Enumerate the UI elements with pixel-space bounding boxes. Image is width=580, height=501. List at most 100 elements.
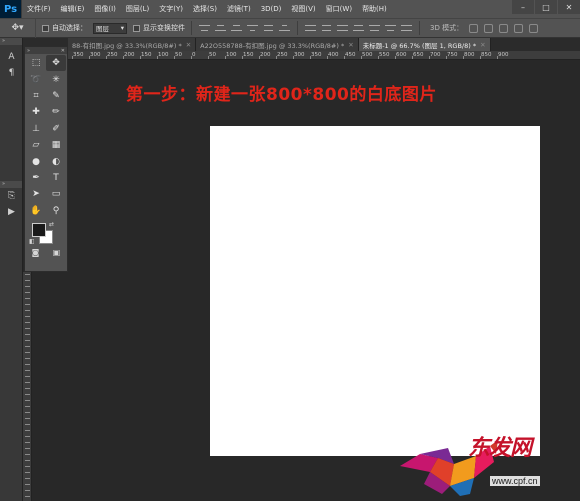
screen-mode-icon[interactable]: ▣ — [53, 248, 61, 257]
menu-window[interactable]: 窗口(W) — [321, 4, 357, 14]
gradient-tool-icon[interactable]: ▦ — [46, 137, 66, 153]
ruler-tick — [25, 400, 30, 401]
history-brush-tool-icon[interactable]: ✐ — [46, 121, 66, 137]
align-left-icon[interactable] — [246, 23, 259, 33]
menu-edit[interactable]: 编辑(E) — [56, 4, 90, 14]
drag-3d-icon[interactable] — [499, 23, 509, 33]
move-tool-preset-icon[interactable]: ✥▾ — [0, 18, 36, 38]
magic-wand-tool-icon[interactable]: ✳ — [46, 71, 66, 87]
menu-layer[interactable]: 图层(L) — [121, 4, 154, 14]
close-icon[interactable]: ✕ — [558, 0, 580, 14]
actions-panel-icon[interactable]: ▶ — [0, 204, 23, 220]
clone-stamp-tool-icon[interactable]: ⊥ — [26, 121, 46, 137]
maximize-icon[interactable]: □ — [535, 0, 557, 14]
color-swatches: ⇄ ◧ — [25, 219, 67, 247]
ruler-tick — [25, 496, 30, 497]
auto-align-icon[interactable] — [400, 23, 413, 33]
lasso-tool-icon[interactable]: ➰ — [26, 71, 46, 87]
auto-select-checkbox[interactable] — [42, 24, 49, 32]
swap-colors-icon[interactable]: ⇄ — [49, 221, 54, 228]
menu-file[interactable]: 文件(F) — [22, 4, 56, 14]
chevron-down-icon: ▾ — [120, 24, 124, 32]
options-bar: ✥▾ 自动选择： 图层 ▾ 显示变换控件 3D 模式： — [0, 18, 580, 38]
distribute-vcenter-icon[interactable] — [320, 23, 333, 33]
menu-view[interactable]: 视图(V) — [286, 4, 320, 14]
history-panel-icon[interactable]: ⎘ — [0, 188, 23, 204]
ruler-tick — [497, 56, 498, 59]
align-buttons — [198, 23, 291, 33]
align-bottom-icon[interactable] — [230, 23, 243, 33]
expand-icon[interactable]: » — [27, 48, 30, 54]
crop-tool-icon[interactable]: ⌗ — [26, 88, 46, 104]
menu-type[interactable]: 文字(Y) — [154, 4, 188, 14]
dock-collapse-icon[interactable]: » — [0, 181, 22, 188]
ruler-tick — [25, 484, 30, 485]
align-top-icon[interactable] — [198, 23, 211, 33]
distribute-bottom-icon[interactable] — [336, 23, 349, 33]
document-tab[interactable]: 88-有扣图.jpg @ 33.3%(RGB/8#) * ✕ — [68, 38, 197, 51]
close-icon[interactable]: ✕ — [480, 41, 485, 49]
document-tab[interactable]: A22O558788-有扣图.jpg @ 33.3%(RGB/8#) * ✕ — [196, 38, 359, 51]
menu-select[interactable]: 选择(S) — [188, 4, 222, 14]
quick-mask-icon[interactable]: ◙ — [32, 248, 40, 257]
type-tool-icon[interactable]: T — [46, 170, 66, 186]
close-icon[interactable]: ✕ — [348, 41, 353, 49]
tab-label: 未标题-1 @ 66.7% (图层 1, RGB/8) * — [362, 41, 477, 50]
show-transform-checkbox[interactable] — [133, 24, 140, 32]
ruler-label: 400 — [328, 52, 339, 58]
tools-panel-header[interactable]: » ✕ — [25, 47, 67, 54]
default-colors-icon[interactable]: ◧ — [29, 238, 35, 245]
menu-3d[interactable]: 3D(D) — [256, 5, 287, 13]
menu-filter[interactable]: 滤镜(T) — [222, 4, 256, 14]
align-hcenter-icon[interactable] — [262, 23, 275, 33]
rotate-3d-icon[interactable] — [469, 23, 479, 33]
horizontal-ruler[interactable]: 350 300 250 200 150 100 50 0 50 100 150 200 250 300 35… — [50, 51, 580, 60]
white-document-canvas[interactable] — [210, 126, 540, 456]
close-icon[interactable]: ✕ — [186, 41, 191, 49]
ruler-tick — [25, 394, 30, 395]
ruler-label: 250 — [107, 52, 118, 58]
brush-tool-icon[interactable]: ✏ — [46, 104, 66, 120]
ruler-tick — [225, 56, 226, 59]
path-selection-tool-icon[interactable]: ➤ — [26, 186, 46, 202]
ruler-tick — [25, 430, 30, 431]
rectangle-tool-icon[interactable]: ▭ — [46, 186, 66, 202]
slide-3d-icon[interactable] — [514, 23, 524, 33]
ruler-label: 150 — [141, 52, 152, 58]
auto-select-dropdown[interactable]: 图层 ▾ — [93, 22, 127, 34]
separator — [419, 21, 420, 35]
distribute-top-icon[interactable] — [304, 23, 317, 33]
eraser-tool-icon[interactable]: ▱ — [26, 137, 46, 153]
marquee-tool-icon[interactable]: ⬚ — [26, 55, 46, 71]
vertical-ruler[interactable] — [23, 272, 32, 501]
blur-tool-icon[interactable]: ● — [26, 153, 46, 169]
ruler-tick — [446, 56, 447, 59]
window-controls: – □ ✕ — [511, 0, 580, 14]
document-tab-active[interactable]: 未标题-1 @ 66.7% (图层 1, RGB/8) * ✕ — [358, 38, 491, 51]
pen-tool-icon[interactable]: ✒ — [26, 170, 46, 186]
healing-brush-tool-icon[interactable]: ✚ — [26, 104, 46, 120]
dodge-tool-icon[interactable]: ◐ — [46, 153, 66, 169]
close-icon[interactable]: ✕ — [61, 48, 65, 54]
move-tool-icon[interactable]: ✥ — [46, 55, 66, 72]
minimize-icon[interactable]: – — [512, 0, 534, 14]
align-vcenter-icon[interactable] — [214, 23, 227, 33]
character-panel-icon[interactable]: A — [0, 49, 23, 65]
distribute-right-icon[interactable] — [384, 23, 397, 33]
menu-help[interactable]: 帮助(H) — [357, 4, 392, 14]
eyedropper-tool-icon[interactable]: ✎ — [46, 88, 66, 104]
distribute-hcenter-icon[interactable] — [368, 23, 381, 33]
tab-label: 88-有扣图.jpg @ 33.3%(RGB/8#) * — [72, 41, 182, 50]
zoom-tool-icon[interactable]: ⚲ — [46, 203, 66, 219]
ruler-tick — [25, 478, 30, 479]
ruler-label: 150 — [243, 52, 254, 58]
hand-tool-icon[interactable]: ✋ — [26, 203, 46, 219]
scale-3d-icon[interactable] — [529, 23, 539, 33]
menu-image[interactable]: 图像(I) — [89, 4, 121, 14]
dock-collapse-icon[interactable]: » — [0, 38, 22, 45]
paragraph-panel-icon[interactable]: ¶ — [0, 65, 23, 81]
distribute-left-icon[interactable] — [352, 23, 365, 33]
foreground-color-swatch[interactable] — [32, 222, 46, 237]
align-right-icon[interactable] — [278, 23, 291, 33]
roll-3d-icon[interactable] — [484, 23, 494, 33]
